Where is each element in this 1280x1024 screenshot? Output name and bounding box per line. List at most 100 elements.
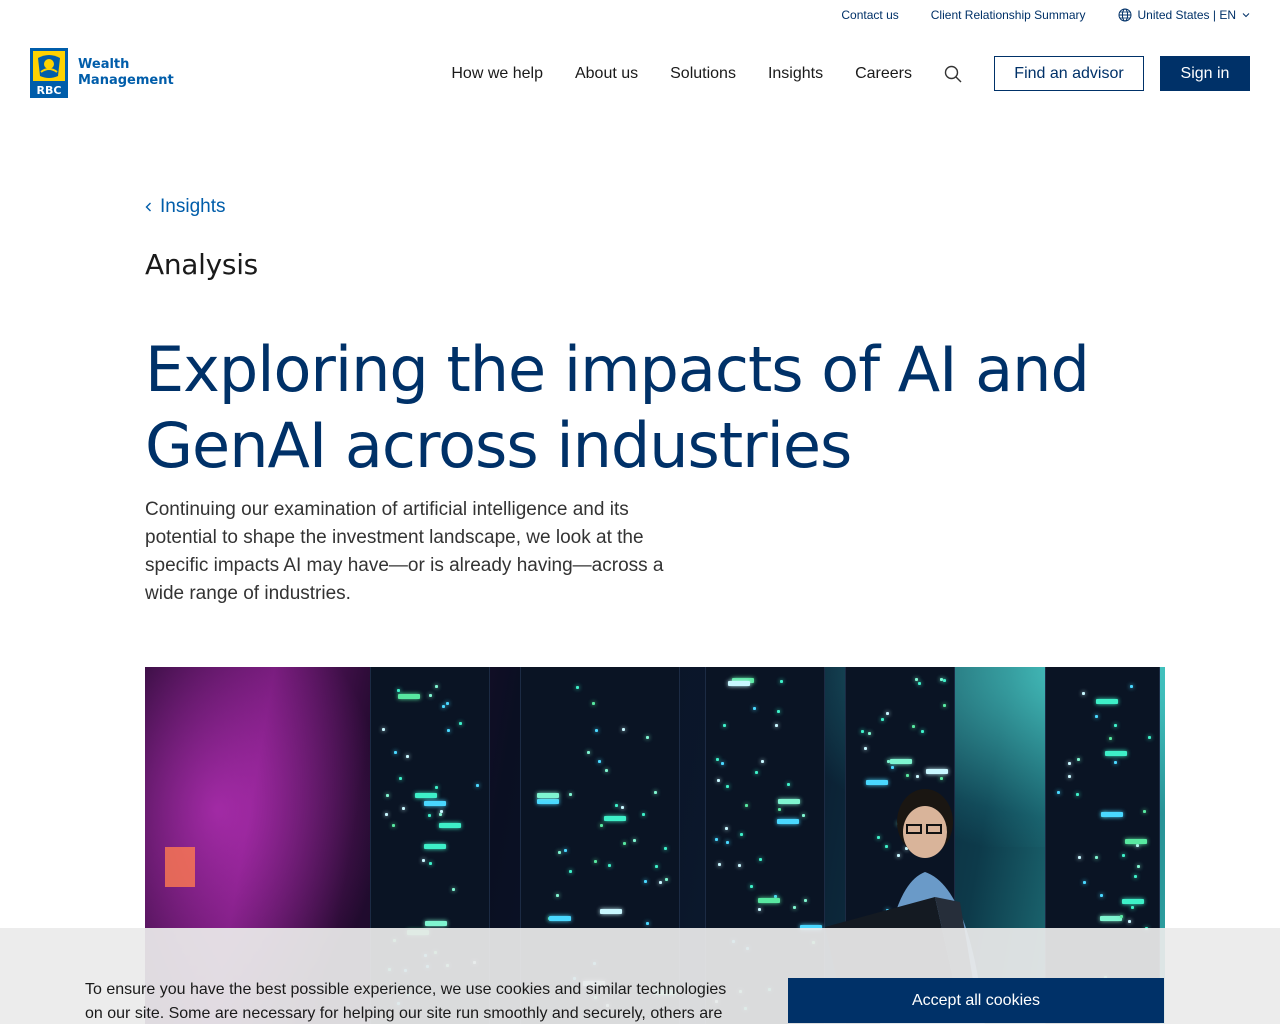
server-led <box>1100 893 1104 897</box>
server-led <box>1130 905 1134 909</box>
search-button[interactable] <box>944 65 962 83</box>
cookie-message: To ensure you have the best possible exp… <box>85 981 727 1022</box>
server-led <box>421 858 425 862</box>
server-led <box>664 846 668 850</box>
breadcrumb[interactable]: Insights <box>145 196 225 218</box>
server-led <box>725 826 729 830</box>
server-led <box>632 839 636 843</box>
server-led <box>599 908 622 914</box>
server-led <box>1136 843 1140 847</box>
server-led <box>459 722 463 726</box>
server-led <box>753 706 757 710</box>
logo-wordmark: Wealth Management <box>78 57 174 89</box>
server-led <box>915 677 919 681</box>
hero-accent-block <box>165 847 195 887</box>
server-led <box>396 689 400 693</box>
server-led <box>776 709 780 713</box>
server-led <box>1133 875 1137 879</box>
server-led <box>881 717 885 721</box>
server-led <box>780 679 784 683</box>
utility-bar: Contact us Client Relationship Summary U… <box>841 0 1250 30</box>
server-led <box>1104 750 1127 756</box>
server-led <box>424 844 447 850</box>
server-led <box>555 893 559 897</box>
server-led <box>593 859 597 863</box>
server-led <box>603 816 626 822</box>
server-led <box>654 790 658 794</box>
server-led <box>655 864 659 868</box>
nav-careers[interactable]: Careers <box>855 65 912 83</box>
server-led <box>863 747 867 751</box>
server-led <box>749 885 753 889</box>
server-led <box>1119 915 1123 919</box>
logo-rbc-text: RBC <box>37 84 62 97</box>
server-led <box>728 681 751 687</box>
find-advisor-button[interactable]: Find an advisor <box>994 56 1144 91</box>
server-led <box>1114 760 1118 764</box>
server-led <box>591 701 595 705</box>
breadcrumb-insights-link[interactable]: Insights <box>160 196 225 218</box>
server-led <box>447 729 451 733</box>
server-led <box>397 693 420 699</box>
server-led <box>597 759 601 763</box>
server-led <box>715 837 718 841</box>
server-led <box>920 729 924 733</box>
nav-solutions[interactable]: Solutions <box>670 65 736 83</box>
server-led <box>942 704 946 708</box>
server-led <box>885 711 889 715</box>
server-led <box>1147 735 1151 739</box>
server-led <box>1130 685 1134 689</box>
accept-all-cookies-button[interactable]: Accept all cookies <box>788 978 1164 1023</box>
server-led <box>1057 790 1061 794</box>
server-led <box>1076 792 1080 796</box>
server-led <box>1113 724 1117 728</box>
chevron-left-icon <box>145 202 151 212</box>
server-led <box>1095 699 1118 705</box>
server-led <box>664 878 668 882</box>
server-led <box>558 851 562 855</box>
server-led <box>1100 916 1123 922</box>
server-led <box>451 887 455 891</box>
server-led <box>600 823 604 827</box>
server-led <box>716 779 720 783</box>
server-led <box>778 807 782 811</box>
article-subtitle: Continuing our examination of artificial… <box>145 499 664 604</box>
server-led <box>658 881 662 885</box>
server-led <box>427 813 431 817</box>
rbc-shield-logo: RBC <box>30 48 68 98</box>
server-led <box>622 841 626 845</box>
client-relationship-summary-link[interactable]: Client Relationship Summary <box>931 8 1086 22</box>
nav-how-we-help[interactable]: How we help <box>451 65 543 83</box>
server-led <box>1122 899 1145 905</box>
server-led <box>568 793 572 797</box>
server-led <box>1142 810 1146 814</box>
server-led <box>475 784 479 788</box>
server-led <box>438 822 461 828</box>
server-led <box>438 812 442 816</box>
server-led <box>429 862 433 866</box>
server-led <box>1124 839 1147 845</box>
server-led <box>401 806 405 810</box>
nav-about-us[interactable]: About us <box>575 65 638 83</box>
server-led <box>1121 853 1125 857</box>
server-led <box>1101 812 1124 818</box>
server-led <box>607 864 611 868</box>
server-led <box>445 702 449 706</box>
contact-us-link[interactable]: Contact us <box>841 8 898 22</box>
rbc-wealth-management-logo[interactable]: RBC Wealth Management <box>30 48 174 98</box>
server-led <box>644 879 648 883</box>
server-led <box>889 759 912 765</box>
server-led <box>415 792 438 798</box>
nav-insights[interactable]: Insights <box>768 65 823 83</box>
server-led <box>1136 864 1140 868</box>
region-selector[interactable]: United States | EN <box>1118 8 1251 22</box>
logo-line-2: Management <box>78 73 174 88</box>
server-led <box>425 920 448 926</box>
sign-in-button[interactable]: Sign in <box>1160 56 1250 91</box>
article-category: Analysis <box>145 248 258 281</box>
cookie-banner: To ensure you have the best possible exp… <box>0 928 1280 1024</box>
server-led <box>737 863 741 867</box>
region-label: United States | EN <box>1137 8 1237 22</box>
server-led <box>1094 855 1098 859</box>
server-led <box>563 849 567 853</box>
